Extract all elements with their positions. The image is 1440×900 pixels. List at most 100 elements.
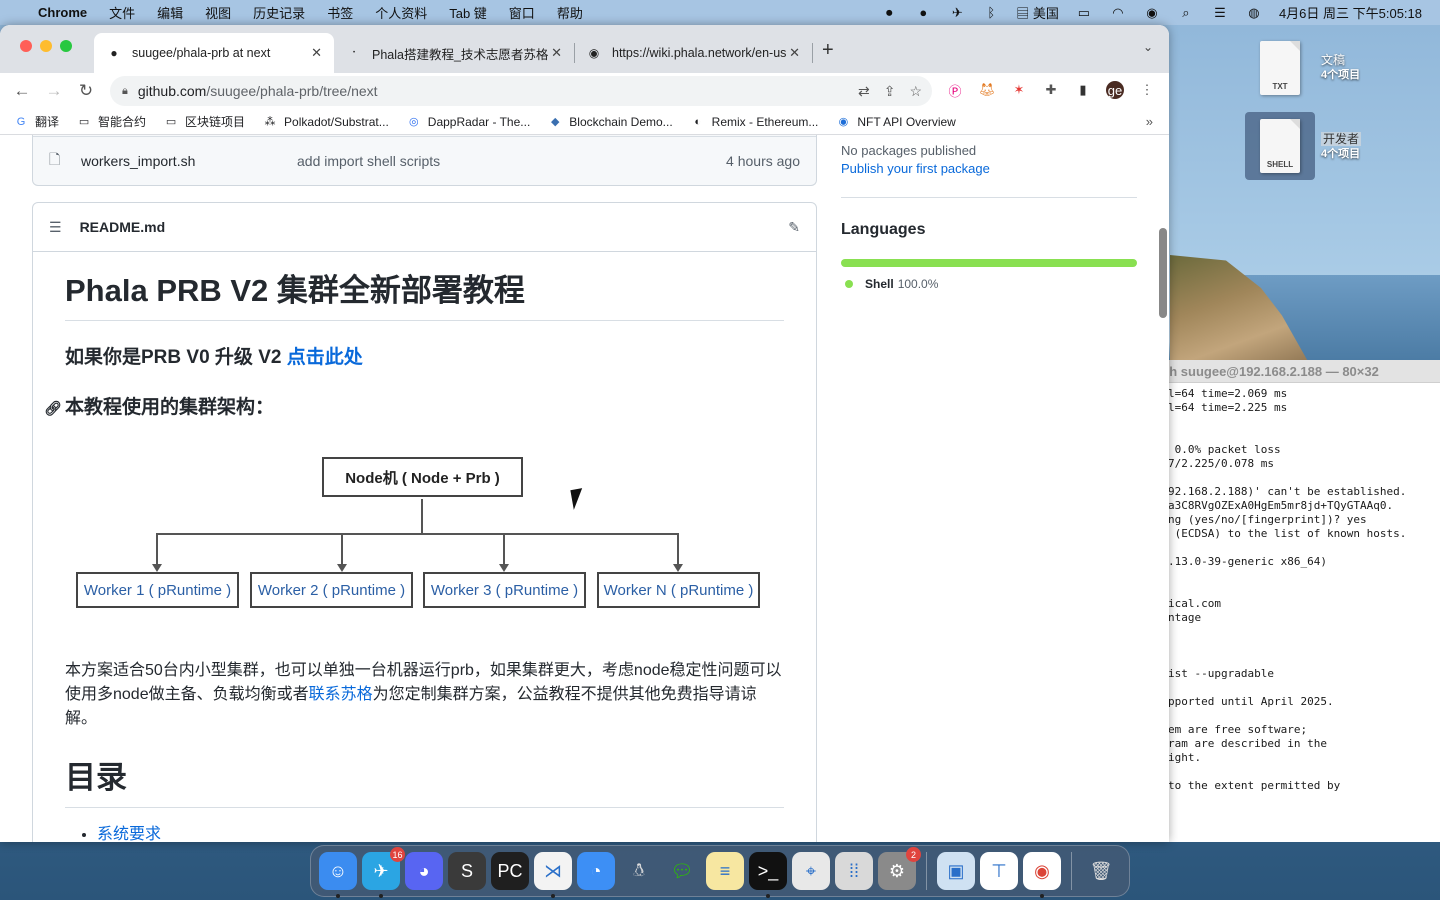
- chrome-menu-icon[interactable]: ⋮: [1138, 81, 1156, 99]
- file-list: 🗋︎ workers_import.sh add import shell sc…: [32, 135, 817, 186]
- menu-file[interactable]: 文件: [109, 3, 135, 22]
- menu-edit[interactable]: 编辑: [157, 3, 183, 22]
- dock-app-chrome[interactable]: ◉: [1023, 852, 1061, 898]
- anchor-link-icon[interactable]: 🔗︎: [44, 395, 62, 421]
- zoom-window-button[interactable]: [60, 40, 72, 52]
- more-bookmarks-icon[interactable]: »: [1146, 114, 1153, 129]
- dock-app-notes[interactable]: ≡: [706, 852, 744, 890]
- tab-github[interactable]: ● suugee/phala-prb at next ✕: [94, 33, 334, 73]
- dock-app-wechat[interactable]: 💬︎: [663, 852, 701, 890]
- menu-profiles[interactable]: 个人资料: [375, 3, 427, 22]
- polkadot-extension-icon[interactable]: Ⓟ: [946, 81, 964, 99]
- lock-icon[interactable]: 🔒︎: [122, 85, 128, 98]
- language-item[interactable]: Shell 100.0%: [841, 277, 1137, 291]
- user-icon[interactable]: ◉: [1143, 5, 1161, 20]
- back-button[interactable]: ←: [6, 81, 38, 101]
- upgrade-link[interactable]: 点击此处: [287, 347, 363, 368]
- dock-app-discord[interactable]: ◕: [405, 852, 443, 890]
- dock-app-sublime-text[interactable]: S: [448, 852, 486, 890]
- bookmark-translate[interactable]: G 翻译: [14, 113, 59, 130]
- spark-extension-icon[interactable]: ✶: [1010, 81, 1028, 99]
- toc-link-system-requirements[interactable]: 系统要求: [97, 826, 161, 842]
- spotlight-search-icon[interactable]: ⌕: [1177, 5, 1195, 20]
- dock-app-qq[interactable]: 🐧︎: [620, 852, 658, 890]
- dock-app-preview[interactable]: ▣: [937, 852, 975, 890]
- dock-app-proxy[interactable]: ◔: [577, 852, 615, 890]
- stop-record-icon[interactable]: ⏺: [880, 5, 898, 20]
- menu-bookmarks[interactable]: 书签: [327, 3, 353, 22]
- tab-phala-tutorial[interactable]: • Phala搭建教程_技术志愿者苏格 ✕: [334, 33, 574, 73]
- dock-app-trash[interactable]: 🗑︎: [1082, 852, 1120, 890]
- bookmark-remix[interactable]: ◐ Remix - Ethereum...: [691, 115, 818, 129]
- dock-app-todesk[interactable]: ⊤: [980, 852, 1018, 890]
- bookmark-nft-api[interactable]: ◉ NFT API Overview: [836, 115, 956, 129]
- dock-app-finder[interactable]: ☺: [319, 852, 357, 898]
- bookmark-folder-blockchain[interactable]: ▭ 区块链项目: [164, 113, 245, 130]
- diagram-arrow: [152, 564, 162, 572]
- control-center-icon[interactable]: ☰: [1211, 5, 1229, 20]
- paper-plane-icon[interactable]: ✈: [948, 5, 966, 20]
- dock-app-vs-code[interactable]: ⋊: [534, 852, 572, 898]
- diagram-worker-box: Worker 3 ( pRuntime ): [423, 572, 586, 608]
- input-source[interactable]: ▤ 美国: [1016, 3, 1059, 22]
- commit-date: 4 hours ago: [726, 153, 800, 169]
- desktop-icon-developer[interactable]: SHELL: [1245, 112, 1315, 180]
- diagram-connector: [503, 533, 505, 565]
- side-panel-icon[interactable]: ▮: [1074, 81, 1092, 99]
- dock-app-screenshot[interactable]: ⌖: [792, 852, 830, 890]
- reload-button[interactable]: ↻: [70, 81, 102, 101]
- minimize-window-button[interactable]: [40, 40, 52, 52]
- menu-help[interactable]: 帮助: [557, 3, 583, 22]
- extensions-puzzle-icon[interactable]: ✚: [1042, 81, 1060, 99]
- file-row[interactable]: 🗋︎ workers_import.sh add import shell sc…: [33, 136, 816, 185]
- tab-search-chevron-icon[interactable]: ⌄: [1143, 40, 1153, 54]
- publish-package-link[interactable]: Publish your first package: [841, 161, 1137, 176]
- commit-message-link[interactable]: add import shell scripts: [297, 153, 440, 169]
- menu-view[interactable]: 视图: [205, 3, 231, 22]
- bookmark-dappradar[interactable]: ◎ DappRadar - The...: [407, 115, 530, 129]
- forward-button[interactable]: →: [38, 81, 70, 101]
- bluetooth-icon[interactable]: ᛒ: [982, 5, 1000, 20]
- bookmark-polkadot[interactable]: ⁂ Polkadot/Substrat...: [263, 115, 389, 129]
- dock-app-system-preferences[interactable]: ⚙ 2: [878, 847, 921, 890]
- dock-app-terminal[interactable]: >_: [749, 852, 787, 898]
- edit-pencil-icon[interactable]: ✎: [788, 219, 800, 236]
- desktop-icon-documents[interactable]: TXT: [1245, 34, 1315, 102]
- tab-phala-wiki[interactable]: ◉ https://wiki.phala.network/en-us ✕: [574, 33, 812, 73]
- contact-link[interactable]: 联系苏格: [309, 686, 373, 703]
- folder-icon: ▭: [78, 116, 90, 128]
- close-tab-icon[interactable]: ✕: [551, 45, 562, 61]
- dock-app-pycharm[interactable]: PC: [491, 852, 529, 890]
- sublime-text-icon: S: [460, 860, 473, 881]
- file-name-link[interactable]: workers_import.sh: [81, 153, 297, 169]
- profile-avatar[interactable]: ge: [1106, 81, 1124, 99]
- siri-icon[interactable]: ◍: [1245, 5, 1263, 20]
- dock-app-telegram[interactable]: ✈ 16: [362, 847, 405, 898]
- page-scrollbar[interactable]: [1159, 228, 1167, 318]
- close-window-button[interactable]: [20, 40, 32, 52]
- menu-app-name[interactable]: Chrome: [38, 5, 87, 20]
- toc-list-icon[interactable]: ☰: [49, 219, 62, 236]
- bookmark-blockchain-demo[interactable]: ◆ Blockchain Demo...: [548, 115, 673, 129]
- menu-window[interactable]: 窗口: [509, 3, 535, 22]
- bookmark-star-icon[interactable]: ☆: [909, 83, 922, 100]
- metamask-extension-icon[interactable]: 🦊︎: [978, 81, 996, 99]
- close-tab-icon[interactable]: ✕: [789, 45, 800, 61]
- translate-icon[interactable]: ⇄: [858, 83, 870, 100]
- diagram-worker-box: Worker 1 ( pRuntime ): [76, 572, 239, 608]
- notification-icon[interactable]: ●: [914, 5, 932, 20]
- dock-app-launchpad[interactable]: ⁞⁞: [835, 852, 873, 890]
- menu-history[interactable]: 历史记录: [253, 3, 305, 22]
- menu-tab[interactable]: Tab 键: [449, 3, 487, 22]
- desktop-label-developer: 开发者 4个项目: [1321, 132, 1362, 160]
- new-tab-button[interactable]: +: [822, 39, 834, 62]
- share-icon[interactable]: ⇪: [884, 83, 896, 100]
- close-tab-icon[interactable]: ✕: [311, 45, 322, 61]
- address-bar[interactable]: 🔒︎ github.com/suugee/phala-prb/tree/next…: [110, 76, 932, 106]
- clock[interactable]: 4月6日 周三 下午5:05:18: [1279, 3, 1422, 22]
- sidebar-divider: [841, 197, 1137, 198]
- system-preferences-icon: ⚙: [888, 860, 906, 881]
- wifi-icon[interactable]: ◠: [1109, 5, 1127, 20]
- battery-icon[interactable]: ▭: [1075, 5, 1093, 20]
- bookmark-folder-smart-contracts[interactable]: ▭ 智能合约: [77, 113, 146, 130]
